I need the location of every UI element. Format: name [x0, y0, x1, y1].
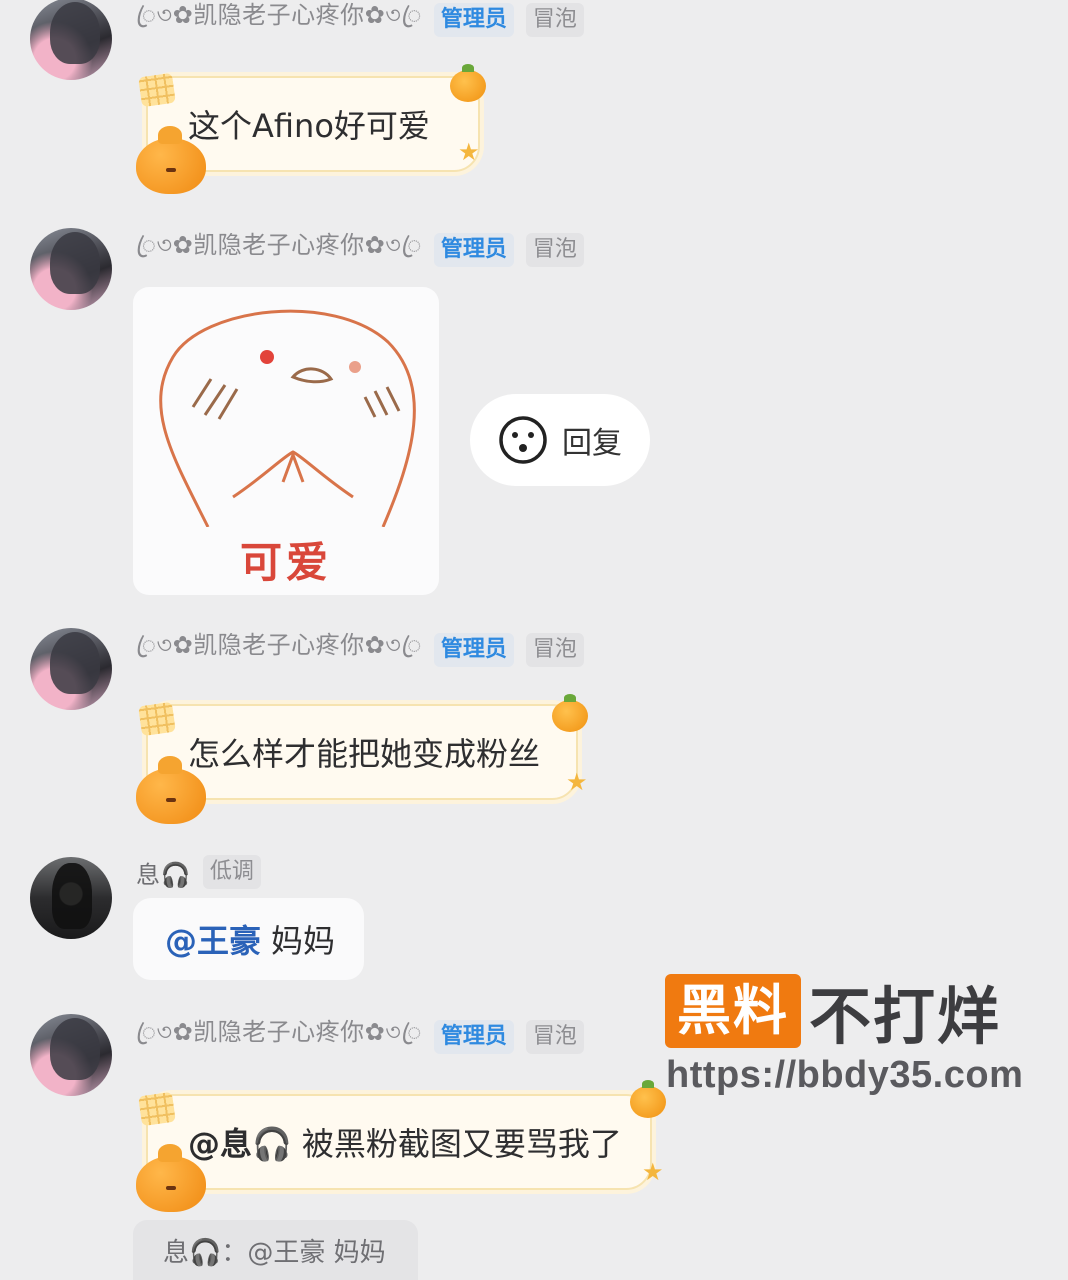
mascot-decoration-icon — [136, 1144, 206, 1212]
name-row: ꦿ৩✿凯隐老子心疼你✿৩ꦿ 管理员 冒泡 — [136, 630, 584, 670]
orange-decoration-icon — [552, 694, 588, 732]
nickname[interactable]: 息🎧 — [136, 855, 191, 890]
mascot-decoration-icon — [136, 126, 206, 194]
mascot-decoration-icon — [136, 756, 206, 824]
mention-link[interactable]: @王豪 — [165, 916, 261, 962]
avatar[interactable] — [30, 857, 112, 939]
message-text: 妈妈 — [271, 922, 336, 960]
watermark-url: https://bbdy35.com — [666, 1054, 1024, 1096]
message-bubble[interactable]: @王豪 妈妈 — [133, 898, 364, 980]
name-row: ꦿ৩✿凯隐老子心疼你✿৩ꦿ 管理员 冒泡 — [136, 1017, 584, 1057]
mention-link[interactable]: @息🎧 — [188, 1119, 292, 1165]
watermark-logo: 黑料 不打烊 — [665, 972, 1001, 1053]
quoted-reply-text: 息🎧：@王豪 妈妈 — [163, 1237, 386, 1268]
admin-badge: 管理员 — [433, 633, 514, 667]
avatar[interactable] — [30, 1014, 112, 1096]
nickname[interactable]: ꦿ৩✿凯隐老子心疼你✿৩ꦿ — [136, 0, 422, 45]
quoted-reply[interactable]: 息🎧：@王豪 妈妈 — [133, 1220, 418, 1280]
watermark-box: 黑料 — [665, 974, 801, 1048]
waffle-decoration-icon — [138, 72, 176, 108]
admin-badge: 管理员 — [433, 233, 514, 267]
message-text: 这个Afino好可爱 — [188, 107, 430, 145]
smiley-icon — [499, 416, 547, 464]
sticker-image[interactable]: 可爱 — [133, 287, 439, 595]
sticker-caption: 可爱 — [239, 538, 332, 587]
avatar[interactable] — [30, 228, 112, 310]
message-bubble[interactable]: @息🎧 被黑粉截图又要骂我了 — [146, 1094, 652, 1190]
avatar[interactable] — [30, 628, 112, 710]
admin-badge: 管理员 — [433, 1020, 514, 1054]
nickname[interactable]: ꦿ৩✿凯隐老子心疼你✿৩ꦿ — [136, 625, 422, 675]
message-bubble[interactable]: 怎么样才能把她变成粉丝 — [146, 704, 578, 800]
star-decoration-icon: ★ — [458, 138, 480, 166]
bubble-badge: 冒泡 — [525, 633, 584, 667]
sticker-drawing — [159, 309, 416, 528]
watermark-text: 不打烊 — [809, 980, 1002, 1053]
bubble-badge: 冒泡 — [525, 3, 584, 37]
bubble-badge: 冒泡 — [525, 1020, 584, 1054]
message-text: 怎么样才能把她变成粉丝 — [188, 735, 541, 773]
name-row: 息🎧 低调 — [136, 852, 261, 892]
reply-label: 回复 — [562, 426, 622, 461]
nickname[interactable]: ꦿ৩✿凯隐老子心疼你✿৩ꦿ — [136, 225, 422, 275]
nickname[interactable]: ꦿ৩✿凯隐老子心疼你✿৩ꦿ — [136, 1012, 422, 1062]
orange-decoration-icon — [450, 64, 486, 102]
admin-badge: 管理员 — [433, 3, 514, 37]
star-decoration-icon: ★ — [642, 1158, 664, 1186]
reply-button[interactable]: 回复 — [470, 394, 650, 486]
message-text: 被黑粉截图又要骂我了 — [301, 1125, 622, 1163]
waffle-decoration-icon — [138, 701, 176, 737]
waffle-decoration-icon — [138, 1091, 176, 1127]
name-row: ꦿ৩✿凯隐老子心疼你✿৩ꦿ 管理员 冒泡 — [136, 230, 584, 270]
avatar[interactable] — [30, 0, 112, 80]
bubble-badge: 冒泡 — [525, 233, 584, 267]
orange-decoration-icon — [630, 1080, 666, 1118]
level-badge: 低调 — [202, 855, 261, 889]
name-row: ꦿ৩✿凯隐老子心疼你✿৩ꦿ 管理员 冒泡 — [136, 0, 584, 40]
star-decoration-icon: ★ — [566, 768, 588, 796]
